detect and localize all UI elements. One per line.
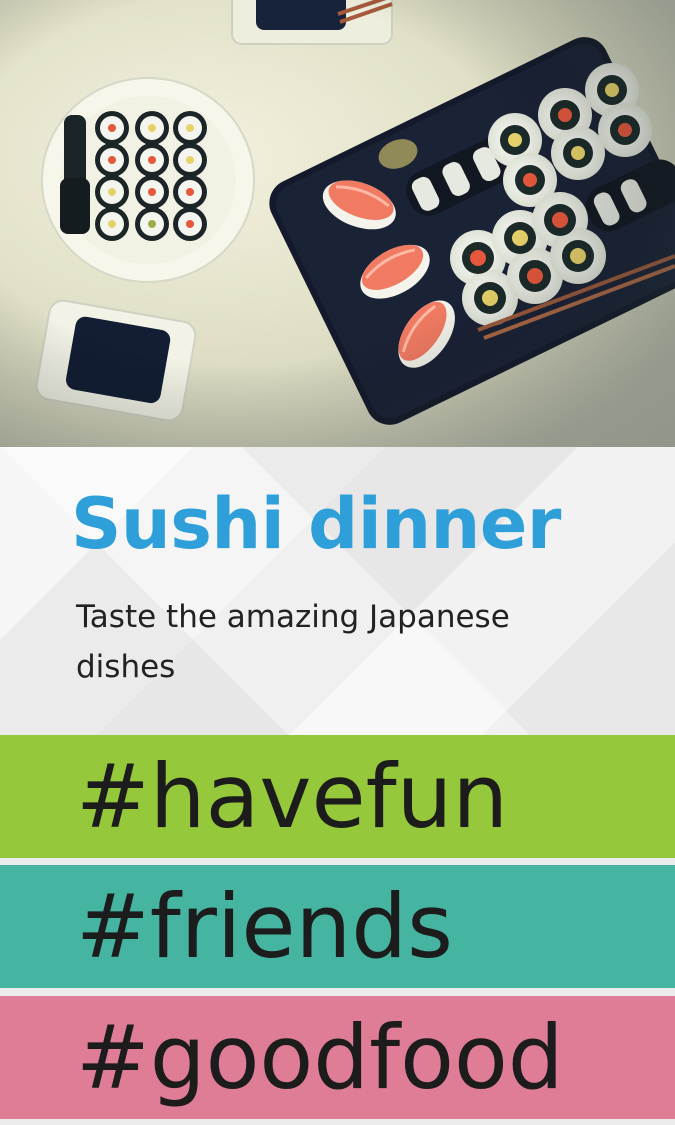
- hashtag-havefun: #havefun: [0, 735, 675, 858]
- hero-photo: [0, 0, 675, 447]
- hashtag-friends: #friends: [0, 865, 675, 988]
- sushi-photo-icon: [0, 0, 675, 447]
- hashtag-label: #goodfood: [76, 1006, 564, 1109]
- hashtag-label: #friends: [76, 875, 453, 978]
- page-subtitle: Taste the amazing Japanese dishes: [76, 599, 510, 685]
- hashtag-label: #havefun: [76, 745, 509, 848]
- page-title: Sushi dinner: [71, 483, 561, 565]
- hashtag-goodfood: #goodfood: [0, 996, 675, 1119]
- title-panel: Sushi dinner Taste the amazing Japanese …: [0, 447, 675, 735]
